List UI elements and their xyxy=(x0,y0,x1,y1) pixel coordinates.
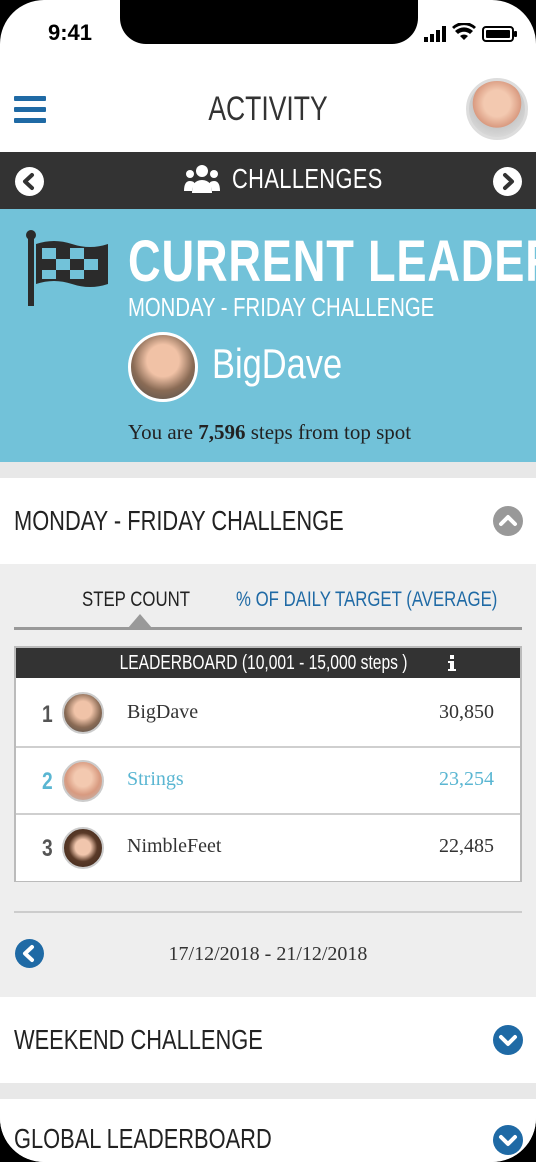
challenges-label: CHALLENGES xyxy=(232,163,383,194)
table-row[interactable]: 3 NimbleFeet 22,485 xyxy=(16,813,520,881)
chevron-right-icon xyxy=(503,173,514,190)
global-leaderboard-title: GLOBAL LEADERBOARD xyxy=(14,1123,272,1154)
current-leader-title: CURRENT LEADER xyxy=(128,229,536,294)
active-tab-pointer xyxy=(128,614,152,628)
expand-global-button[interactable] xyxy=(493,1125,523,1155)
avatar xyxy=(62,760,104,802)
section-gap xyxy=(0,462,536,478)
current-leader-subtitle: MONDAY - FRIDAY CHALLENGE xyxy=(128,292,435,322)
player-name: NimbleFeet xyxy=(127,835,222,857)
player-score: 30,850 xyxy=(439,701,494,723)
player-score: 22,485 xyxy=(439,835,494,857)
monday-friday-title: MONDAY - FRIDAY CHALLENGE xyxy=(14,505,344,536)
table-row[interactable]: 2 Strings 23,254 xyxy=(16,746,520,814)
tab-underline xyxy=(14,627,522,630)
phone-screen: 9:41 ACTIVITY CHALLENGES CURRENT LEADER … xyxy=(0,0,536,1162)
battery-icon xyxy=(482,26,517,42)
wifi-icon xyxy=(452,23,476,40)
profile-avatar[interactable] xyxy=(466,78,528,140)
page-title: ACTIVITY xyxy=(208,90,328,128)
next-section-button[interactable] xyxy=(493,167,522,196)
player-name: BigDave xyxy=(127,701,199,723)
chevron-up-icon xyxy=(499,515,517,526)
steps-suffix: steps from top spot xyxy=(245,420,412,444)
leader-avatar xyxy=(128,332,198,402)
section-gap xyxy=(0,1083,536,1099)
steps-value: 7,596 xyxy=(198,420,246,444)
prev-section-button[interactable] xyxy=(15,167,44,196)
group-users-icon xyxy=(184,165,220,193)
hamburger-menu-icon[interactable] xyxy=(14,96,46,124)
leaderboard-header: LEADERBOARD (10,001 - 15,000 steps ) xyxy=(16,648,520,678)
avatar xyxy=(62,827,104,869)
chevron-left-icon xyxy=(23,173,34,190)
rank-label: 3 xyxy=(42,835,53,862)
steps-prefix: You are xyxy=(128,420,199,444)
signal-icon xyxy=(424,26,446,42)
player-name: Strings xyxy=(127,768,184,790)
leader-name: BigDave xyxy=(212,340,343,387)
rank-label: 1 xyxy=(42,701,53,728)
checkered-flag-icon xyxy=(26,230,108,306)
tab-step-count[interactable]: STEP COUNT xyxy=(82,588,190,612)
collapse-section-button[interactable] xyxy=(493,506,523,536)
rank-label: 2 xyxy=(42,768,53,795)
weekend-title: WEEKEND CHALLENGE xyxy=(14,1024,263,1055)
player-score: 23,254 xyxy=(439,768,494,790)
expand-weekend-button[interactable] xyxy=(493,1025,523,1055)
chevron-down-icon xyxy=(499,1135,517,1146)
status-time: 9:41 xyxy=(48,20,93,45)
tab-daily-target[interactable]: % OF DAILY TARGET (AVERAGE) xyxy=(236,588,497,612)
device-notch xyxy=(120,0,418,44)
avatar xyxy=(62,692,104,734)
date-range: 17/12/2018 - 21/12/2018 xyxy=(168,943,368,965)
chevron-down-icon xyxy=(499,1035,517,1046)
leaderboard-header-label: LEADERBOARD (10,001 - 15,000 steps ) xyxy=(119,652,408,674)
table-row[interactable]: 1 BigDave 30,850 xyxy=(16,680,520,746)
steps-from-top: You are 7,596 steps from top spot xyxy=(128,420,411,445)
info-icon[interactable] xyxy=(447,655,457,671)
divider xyxy=(14,911,522,913)
